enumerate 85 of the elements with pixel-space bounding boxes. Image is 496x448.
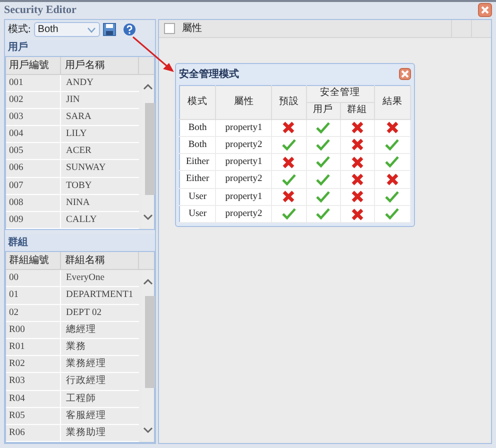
table-cell-text: 總經理 <box>65 323 97 337</box>
table-cell: 00 <box>6 270 61 286</box>
table-cell-text: LILY <box>65 128 88 142</box>
table-cell: property2 <box>216 136 272 154</box>
table-cell: R05 <box>6 408 61 424</box>
scrollbar[interactable] <box>142 74 154 230</box>
table-cell: User <box>180 188 216 206</box>
table-cell: 02 <box>6 304 61 321</box>
table-cell-text: 客服經理 <box>65 409 107 423</box>
table-cell-text: JIN <box>65 94 81 107</box>
section-header: 用戶 <box>5 40 155 56</box>
table-cell-text: 業務經理 <box>65 357 107 372</box>
table-cell: 005 <box>6 143 61 160</box>
table-cell-text: DEPARTMENT1 <box>65 289 134 302</box>
mode-dropdown[interactable]: Both <box>34 22 100 37</box>
section-header: 群組 <box>5 234 155 252</box>
scrollbar[interactable] <box>142 270 154 442</box>
table-cell: 006 <box>6 160 61 177</box>
table-cell: Either <box>180 170 216 188</box>
table-cell: 008 <box>6 194 61 211</box>
table-cell: R02 <box>6 356 61 372</box>
close-icon <box>481 6 489 14</box>
column-header: 安全管理 <box>306 85 374 102</box>
scroll-thumb[interactable] <box>145 296 155 388</box>
pointer-arrow <box>132 36 176 74</box>
table-cell-text: NINA <box>65 196 91 210</box>
close-button[interactable] <box>478 3 492 18</box>
column-header: 結果 <box>374 85 410 119</box>
table-cell: R04 <box>6 390 61 407</box>
window-title: Security Editor <box>4 3 76 18</box>
column-header[interactable]: 群組編號 <box>6 252 61 270</box>
table-cell-text: 工程師 <box>65 392 97 406</box>
scroll-down-icon[interactable] <box>143 214 153 222</box>
table-cell: Both <box>180 119 216 136</box>
table-cell: property1 <box>216 188 272 206</box>
table-cell: property1 <box>216 154 272 171</box>
table-cell-text: DEPT 02 <box>65 306 102 320</box>
table-cell: 004 <box>6 126 61 142</box>
scroll-down-icon[interactable] <box>143 427 153 434</box>
dialog-title: 安全管理模式 <box>179 67 239 82</box>
mode-label: 模式: <box>8 22 31 37</box>
table-cell: property2 <box>216 170 272 188</box>
table-cell-text: TOBY <box>65 180 93 193</box>
table-cell-text: 行政經理 <box>65 374 107 388</box>
table-cell: R06 <box>6 424 61 442</box>
column-header[interactable]: 屬性 <box>182 20 202 36</box>
save-icon[interactable] <box>102 23 116 36</box>
table-cell-text: ACER <box>65 145 92 158</box>
scroll-up-icon[interactable] <box>143 82 153 90</box>
checkbox[interactable] <box>164 22 175 34</box>
table-cell-text: SUNWAY <box>65 162 107 176</box>
table-cell: Both <box>180 136 216 154</box>
column-header: 模式 <box>180 85 216 119</box>
table-cell: 001 <box>6 74 61 91</box>
table-cell: R01 <box>6 338 61 356</box>
table-cell: R00 <box>6 322 61 338</box>
table-cell-text: EveryOne <box>65 272 106 286</box>
column-header: 預設 <box>272 85 306 119</box>
column-header[interactable]: 用戶名稱 <box>61 56 139 74</box>
table-cell: property2 <box>216 205 272 223</box>
table-cell: 002 <box>6 92 61 108</box>
table-cell-text: CALLY <box>65 214 98 227</box>
column-header[interactable]: 用戶編號 <box>6 56 61 74</box>
table-cell: Either <box>180 154 216 171</box>
column-header: 用戶 <box>306 102 340 119</box>
caret-icon <box>86 26 96 32</box>
table-cell: R03 <box>6 373 61 390</box>
table-cell: 01 <box>6 287 61 304</box>
column-header: 屬性 <box>216 85 272 119</box>
table-cell: 007 <box>6 178 61 194</box>
table-cell: 009 <box>6 212 61 228</box>
column-header: 群組 <box>340 102 374 119</box>
close-button[interactable] <box>399 68 411 80</box>
help-icon[interactable] <box>122 23 136 36</box>
close-icon <box>401 70 409 78</box>
scroll-up-icon[interactable] <box>143 278 153 286</box>
table-cell: User <box>180 205 216 223</box>
table-cell-text: ANDY <box>65 76 94 90</box>
column-header[interactable]: 群組名稱 <box>61 252 139 270</box>
table-cell: property1 <box>216 119 272 136</box>
table-cell-text: SARA <box>65 110 92 124</box>
scroll-thumb[interactable] <box>145 102 155 194</box>
table-cell-text: 業務助理 <box>65 426 107 440</box>
table-cell: 003 <box>6 108 61 126</box>
table-cell-text: 業務 <box>65 340 87 354</box>
